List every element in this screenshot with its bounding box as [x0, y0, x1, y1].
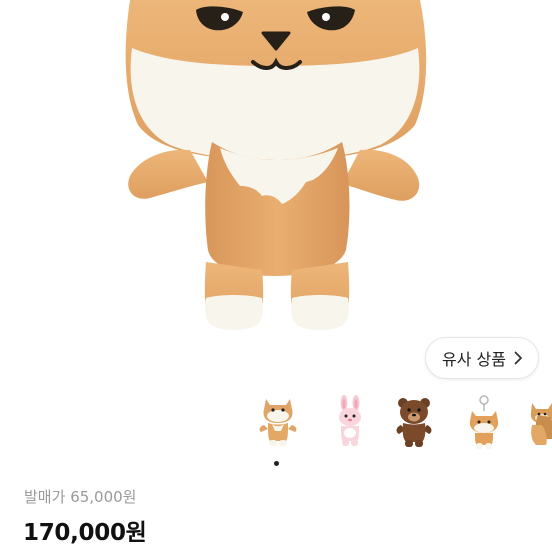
fox-pair-plush-icon — [530, 403, 552, 445]
similar-products-carousel — [248, 395, 552, 459]
original-price-value: 65,000원 — [70, 488, 137, 506]
chevron-right-icon — [514, 351, 523, 365]
original-price-label: 발매가 — [24, 488, 66, 506]
similar-product-thumbnail[interactable] — [326, 395, 382, 459]
brown-bear-plush-icon — [396, 398, 432, 447]
similar-product-thumbnail[interactable] — [390, 395, 446, 459]
similar-products-button[interactable]: 유사 상품 — [425, 337, 539, 379]
similar-product-thumbnail[interactable] — [528, 395, 552, 459]
sale-price: 170,000원 — [23, 520, 147, 546]
carousel-page-indicator — [274, 461, 279, 466]
similar-products-label: 유사 상품 — [442, 350, 506, 369]
similar-product-thumbnail[interactable] — [254, 395, 310, 459]
fox-keyring-plush-icon — [469, 395, 499, 449]
orange-fox-plush-icon — [259, 399, 297, 446]
similar-product-thumbnail[interactable] — [460, 395, 516, 459]
product-image — [125, 0, 427, 330]
original-price: 발매가 65,000원 — [24, 486, 136, 507]
pink-bunny-plush-icon — [339, 395, 361, 446]
